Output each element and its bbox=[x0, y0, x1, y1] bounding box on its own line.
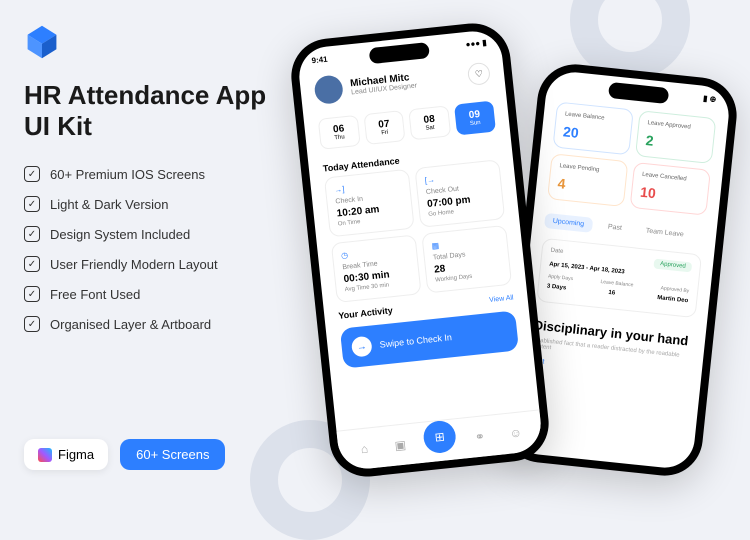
screens-count-badge: 60+ Screens bbox=[120, 439, 225, 470]
date-option[interactable]: 08Sat bbox=[408, 105, 451, 140]
status-badge: Approved bbox=[654, 259, 693, 273]
view-all-link[interactable]: View All bbox=[489, 294, 514, 304]
check-icon: ✓ bbox=[24, 316, 40, 332]
nav-profile[interactable]: ☺ bbox=[502, 420, 528, 446]
check-icon: ✓ bbox=[24, 196, 40, 212]
bottom-nav: ⌂ ▣ ⊞ ⚭ ☺ bbox=[336, 409, 543, 471]
check-icon: ✓ bbox=[24, 256, 40, 272]
nav-center[interactable]: ⊞ bbox=[422, 419, 457, 454]
date-option-selected[interactable]: 09Sun bbox=[453, 101, 496, 136]
feature-item: ✓User Friendly Modern Layout bbox=[24, 256, 284, 272]
activity-heading: Your Activity bbox=[338, 305, 393, 321]
leave-pending-card[interactable]: Leave Pending4 bbox=[547, 153, 628, 207]
feature-item: ✓Free Font Used bbox=[24, 286, 284, 302]
tab-upcoming[interactable]: Upcoming bbox=[544, 213, 593, 233]
totaldays-card[interactable]: ▦Total Days28Working Days bbox=[421, 225, 512, 294]
phone-mockup-primary: 9:41●●● ▮ Michael Mitc Lead UI/UX Design… bbox=[288, 20, 553, 481]
date-option[interactable]: 07Fri bbox=[363, 110, 406, 145]
tab-past[interactable]: Past bbox=[599, 219, 630, 237]
arrow-right-icon: → bbox=[351, 336, 373, 358]
check-icon: ✓ bbox=[24, 166, 40, 182]
calendar-icon: ▣ bbox=[394, 438, 407, 453]
signal-icon: ▮ ⊕ bbox=[703, 94, 717, 104]
people-icon: ⚭ bbox=[474, 429, 485, 444]
nav-calendar[interactable]: ▣ bbox=[387, 432, 413, 458]
app-logo-icon bbox=[24, 24, 60, 60]
checkin-card[interactable]: →]Check In10:20 amOn Time bbox=[324, 169, 415, 238]
grid-icon: ⊞ bbox=[434, 429, 445, 444]
figma-badge: Figma bbox=[24, 439, 108, 470]
nav-home[interactable]: ⌂ bbox=[351, 436, 377, 462]
feature-item: ✓Design System Included bbox=[24, 226, 284, 242]
signal-icon: ●●● ▮ bbox=[465, 38, 487, 49]
promo-card: Disciplinary in your hand established fa… bbox=[517, 306, 707, 391]
feature-item: ✓60+ Premium IOS Screens bbox=[24, 166, 284, 182]
bell-icon: ♡ bbox=[474, 68, 483, 80]
nav-team[interactable]: ⚭ bbox=[467, 424, 493, 450]
leave-cancelled-card[interactable]: Leave Cancelled10 bbox=[630, 162, 711, 216]
checkout-card[interactable]: [→Check Out07:00 pmGo Home bbox=[414, 159, 505, 228]
home-icon: ⌂ bbox=[360, 442, 369, 457]
figma-icon bbox=[38, 448, 52, 462]
page-title: HR Attendance App UI Kit bbox=[24, 80, 284, 142]
leave-balance-card[interactable]: Leave Balance20 bbox=[552, 102, 633, 156]
check-icon: ✓ bbox=[24, 286, 40, 302]
notification-button[interactable]: ♡ bbox=[467, 62, 491, 86]
break-card[interactable]: ◷Break Time00:30 minAvg Time 30 min bbox=[331, 234, 422, 303]
user-icon: ☺ bbox=[509, 425, 523, 440]
feature-item: ✓Light & Dark Version bbox=[24, 196, 284, 212]
avatar[interactable] bbox=[313, 74, 344, 105]
feature-item: ✓Organised Layer & Artboard bbox=[24, 316, 284, 332]
check-icon: ✓ bbox=[24, 226, 40, 242]
tab-team[interactable]: Team Leave bbox=[637, 223, 692, 244]
leave-detail-card[interactable]: DateApproved Apr 15, 2023 - Apr 18, 2023… bbox=[536, 238, 702, 318]
feature-list: ✓60+ Premium IOS Screens ✓Light & Dark V… bbox=[24, 166, 284, 332]
phone-mockups: 9:41●●● ▮ Michael Mitc Lead UI/UX Design… bbox=[310, 20, 730, 480]
date-option[interactable]: 06Thu bbox=[318, 115, 361, 150]
leave-approved-card[interactable]: Leave Approved2 bbox=[635, 110, 716, 164]
